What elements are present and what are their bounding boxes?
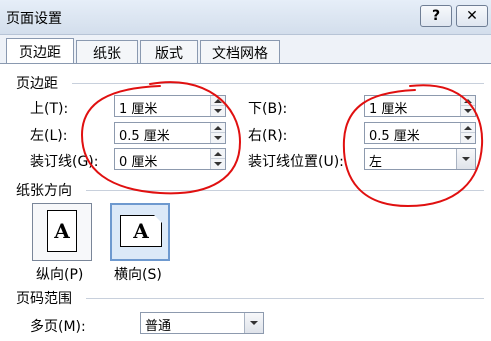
bottom-margin-field[interactable]: 1 厘米 — [364, 95, 476, 117]
landscape-option[interactable]: A — [110, 203, 170, 261]
pages-divider — [86, 298, 484, 299]
pages-section-label: 页码范围 — [16, 291, 72, 307]
multiple-pages-value: 普通 — [145, 319, 172, 334]
right-margin-spinner — [460, 123, 475, 143]
top-margin-spinner — [210, 96, 225, 116]
portrait-page-icon: A — [47, 210, 77, 252]
landscape-label: 横向(S) — [114, 267, 162, 283]
dialog-title: 页面设置 — [6, 11, 62, 27]
spin-down-icon[interactable] — [211, 133, 225, 143]
spin-down-icon[interactable] — [461, 133, 475, 143]
orientation-divider — [86, 190, 484, 191]
spin-up-icon[interactable] — [211, 123, 225, 133]
margins-section-label: 页边距 — [16, 76, 58, 92]
gutter-position-label: 装订线位置(U): — [248, 154, 344, 170]
spin-down-icon[interactable] — [461, 106, 475, 116]
close-icon: ✕ — [466, 8, 478, 24]
portrait-option[interactable]: A — [32, 203, 92, 261]
margins-divider — [72, 83, 484, 84]
landscape-page-icon: A — [120, 215, 162, 247]
spin-up-icon[interactable] — [211, 96, 225, 106]
spin-up-icon[interactable] — [461, 123, 475, 133]
gutter-spinner — [210, 149, 225, 169]
left-margin-value: 0.5 厘米 — [119, 129, 170, 144]
bottom-margin-spinner — [460, 96, 475, 116]
left-margin-label: 左(L): — [30, 128, 68, 144]
left-margin-spinner — [210, 123, 225, 143]
bottom-margin-label: 下(B): — [248, 101, 288, 117]
spin-up-icon[interactable] — [461, 96, 475, 106]
multiple-pages-label: 多页(M): — [30, 319, 86, 335]
tab-strip: 页边距 纸张 版式 文档网格 — [0, 34, 491, 65]
title-bar: 页面设置 ? ✕ — [0, 0, 491, 35]
left-margin-field[interactable]: 0.5 厘米 — [114, 122, 226, 144]
spin-down-icon[interactable] — [211, 159, 225, 169]
bottom-margin-value: 1 厘米 — [369, 102, 408, 117]
right-margin-label: 右(R): — [248, 128, 288, 144]
top-margin-value: 1 厘米 — [119, 102, 158, 117]
gutter-value: 0 厘米 — [119, 155, 158, 170]
top-margin-label: 上(T): — [30, 101, 69, 117]
spin-down-icon[interactable] — [211, 106, 225, 116]
help-icon: ? — [431, 8, 441, 24]
tab-paper[interactable]: 纸张 — [76, 40, 138, 64]
portrait-glyph: A — [54, 219, 70, 243]
right-margin-value: 0.5 厘米 — [369, 129, 420, 144]
orientation-section-label: 纸张方向 — [16, 183, 72, 199]
tab-margins[interactable]: 页边距 — [6, 38, 74, 65]
spin-up-icon[interactable] — [211, 149, 225, 159]
gutter-position-select[interactable]: 左 — [364, 148, 476, 170]
gutter-field[interactable]: 0 厘米 — [114, 148, 226, 170]
portrait-label: 纵向(P) — [36, 267, 84, 283]
gutter-label: 装订线(G): — [30, 154, 99, 170]
right-margin-field[interactable]: 0.5 厘米 — [364, 122, 476, 144]
chevron-down-icon[interactable] — [456, 149, 475, 169]
gutter-position-value: 左 — [369, 155, 383, 170]
top-margin-field[interactable]: 1 厘米 — [114, 95, 226, 117]
help-button[interactable]: ? — [420, 5, 452, 27]
close-button[interactable]: ✕ — [456, 5, 488, 27]
landscape-glyph: A — [133, 219, 149, 243]
multiple-pages-select[interactable]: 普通 — [140, 312, 264, 334]
tab-layout[interactable]: 版式 — [140, 40, 198, 64]
tab-document-grid[interactable]: 文档网格 — [200, 40, 280, 64]
chevron-down-icon[interactable] — [244, 313, 263, 333]
